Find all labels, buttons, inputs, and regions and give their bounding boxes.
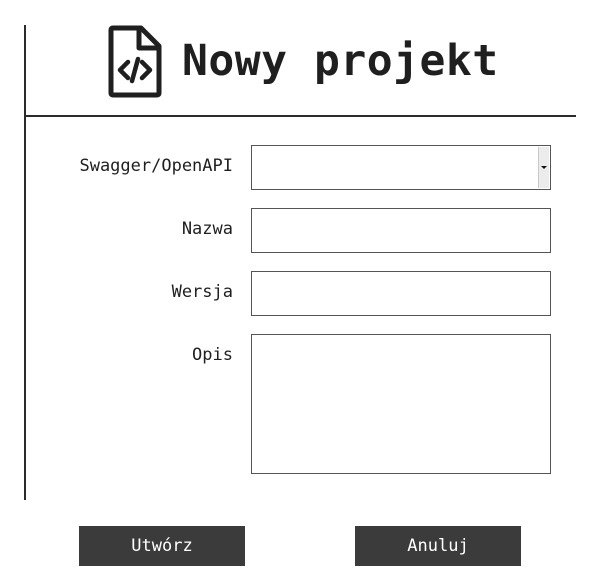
file-code-icon — [108, 25, 162, 97]
description-label: Opis — [192, 345, 233, 365]
description-textarea[interactable] — [251, 334, 551, 474]
cancel-button[interactable]: Anuluj — [355, 526, 521, 566]
header-divider — [26, 115, 576, 117]
name-label: Nazwa — [181, 219, 233, 239]
swagger-label: Swagger/OpenAPI — [79, 156, 233, 176]
create-button[interactable]: Utwórz — [79, 526, 245, 566]
page-title: Nowy projekt — [182, 36, 499, 86]
dialog-header: Nowy projekt — [108, 24, 499, 98]
swagger-select[interactable] — [251, 145, 551, 190]
version-input[interactable] — [251, 271, 551, 316]
left-divider — [24, 25, 26, 500]
new-project-dialog: Nowy projekt Swagger/OpenAPI Nazwa Wersj… — [0, 0, 600, 581]
chevron-down-icon[interactable] — [538, 147, 549, 188]
name-input[interactable] — [251, 208, 551, 253]
version-label: Wersja — [171, 282, 233, 302]
